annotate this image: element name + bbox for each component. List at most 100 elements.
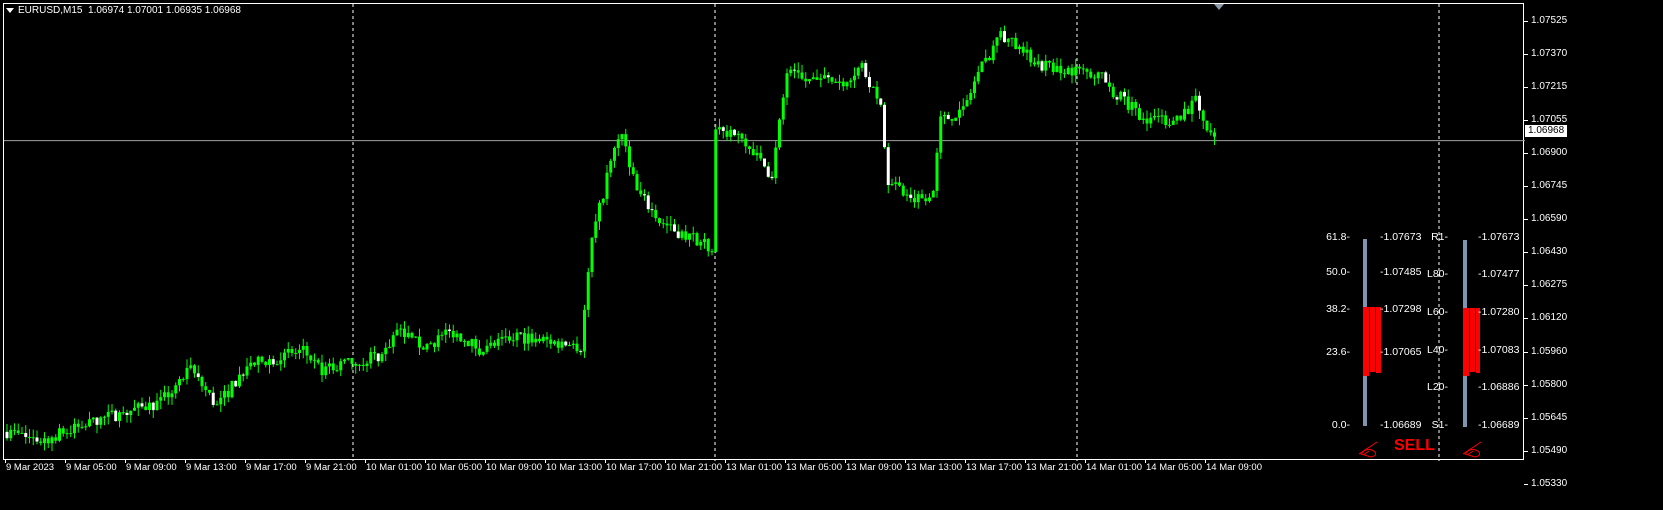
candle-body bbox=[620, 134, 624, 140]
candle-body bbox=[800, 72, 804, 79]
candle-body bbox=[256, 356, 260, 365]
candle-body bbox=[35, 437, 39, 442]
price-tick bbox=[1524, 351, 1528, 353]
candle-body bbox=[376, 353, 380, 362]
sell-signal: SELL bbox=[1394, 437, 1435, 454]
candle-body bbox=[890, 183, 894, 186]
candle-body bbox=[474, 339, 478, 349]
pivot-price-label: -1.07083 bbox=[1478, 344, 1520, 356]
candle-body bbox=[1070, 67, 1074, 76]
candle-body bbox=[185, 367, 189, 380]
candle-body bbox=[639, 190, 643, 195]
candle-body bbox=[230, 380, 234, 398]
candle-body bbox=[688, 233, 691, 240]
price-tick bbox=[1524, 252, 1528, 254]
candle-body bbox=[208, 389, 211, 393]
candle-body bbox=[1074, 66, 1078, 76]
candle-body bbox=[785, 73, 789, 98]
candle-body bbox=[268, 359, 271, 366]
candle-body bbox=[125, 412, 129, 415]
price-chart[interactable] bbox=[4, 4, 1525, 461]
dropdown-triangle-icon[interactable] bbox=[6, 7, 14, 13]
candle-body bbox=[1096, 72, 1100, 79]
candle-body bbox=[954, 117, 958, 121]
candle-body bbox=[740, 133, 744, 139]
candle-body bbox=[1198, 95, 1201, 111]
time-label: 13 Mar 01:00 bbox=[726, 462, 782, 473]
candle-body bbox=[1081, 68, 1085, 70]
candle-body bbox=[1119, 91, 1123, 100]
candle-body bbox=[395, 329, 399, 336]
candle-body bbox=[253, 362, 256, 365]
candle-body bbox=[751, 149, 755, 156]
candle-body bbox=[646, 195, 650, 210]
candle-body bbox=[20, 432, 24, 434]
candle-body bbox=[350, 358, 354, 364]
candle-body bbox=[808, 79, 811, 82]
candle-body bbox=[290, 348, 294, 353]
candle-body bbox=[136, 403, 140, 408]
indicator-bars bbox=[1363, 239, 1480, 427]
pivot-level-label: S1- bbox=[1431, 419, 1448, 431]
candle-body bbox=[1190, 100, 1194, 114]
candle-body bbox=[526, 333, 530, 344]
candle-body bbox=[103, 416, 106, 418]
candle-body bbox=[988, 57, 991, 61]
pivot-signal-bar-1 bbox=[1463, 308, 1469, 376]
candle-body bbox=[725, 130, 729, 137]
fib-price-label: -1.07485 bbox=[1380, 266, 1422, 278]
candle-body bbox=[579, 351, 583, 353]
candle-body bbox=[995, 37, 999, 46]
price-tick bbox=[1524, 21, 1528, 22]
candle-body bbox=[1138, 108, 1141, 120]
candle-body bbox=[1134, 101, 1138, 109]
candle-body bbox=[1100, 72, 1104, 74]
candle-body bbox=[1021, 46, 1025, 53]
candle-body bbox=[1104, 72, 1108, 83]
candle-body bbox=[9, 429, 13, 439]
candle-body bbox=[189, 365, 193, 368]
candle-body bbox=[481, 351, 485, 355]
candle-body bbox=[46, 438, 50, 444]
candle-body bbox=[860, 63, 864, 68]
pivot-signal-bar-2 bbox=[1470, 308, 1475, 372]
candle-body bbox=[650, 209, 654, 211]
pivot-price-label: -1.06886 bbox=[1478, 381, 1520, 393]
candle-body bbox=[1018, 46, 1021, 50]
candle-body bbox=[283, 352, 286, 361]
pivot-level-label: L80- bbox=[1426, 268, 1448, 280]
time-label: 10 Mar 09:00 bbox=[486, 462, 542, 473]
candle-body bbox=[1160, 115, 1164, 117]
candle-body bbox=[388, 346, 391, 348]
candle-body bbox=[883, 104, 886, 148]
candle-body bbox=[894, 182, 898, 184]
candle-body bbox=[140, 403, 144, 407]
shift-marker-icon[interactable] bbox=[1214, 4, 1224, 10]
candle-body bbox=[969, 93, 973, 101]
candle-body bbox=[556, 341, 560, 348]
candle-body bbox=[943, 114, 946, 117]
candle-body bbox=[88, 419, 91, 427]
candle-body bbox=[80, 426, 84, 428]
candle-body bbox=[560, 341, 564, 348]
price-tick bbox=[1524, 384, 1528, 386]
candle-body bbox=[549, 339, 553, 344]
fib-price-label: -1.07065 bbox=[1380, 346, 1422, 358]
candle-body bbox=[841, 81, 845, 87]
candle-body bbox=[489, 342, 493, 346]
candle-body bbox=[324, 366, 328, 376]
time-label: 10 Mar 13:00 bbox=[546, 462, 602, 473]
candle-body bbox=[534, 338, 538, 343]
candle-body bbox=[939, 116, 943, 153]
candle-body bbox=[755, 152, 759, 156]
time-label: 9 Mar 2023 bbox=[6, 462, 55, 473]
chart-frame[interactable] bbox=[3, 3, 1525, 461]
candle-body bbox=[823, 75, 826, 79]
candle-body bbox=[275, 364, 279, 366]
candle-body bbox=[391, 335, 395, 347]
candle-body bbox=[628, 146, 631, 168]
candle-body bbox=[763, 158, 766, 167]
candle-body bbox=[950, 119, 954, 121]
candle-body bbox=[219, 397, 223, 405]
candle-body bbox=[298, 349, 301, 353]
